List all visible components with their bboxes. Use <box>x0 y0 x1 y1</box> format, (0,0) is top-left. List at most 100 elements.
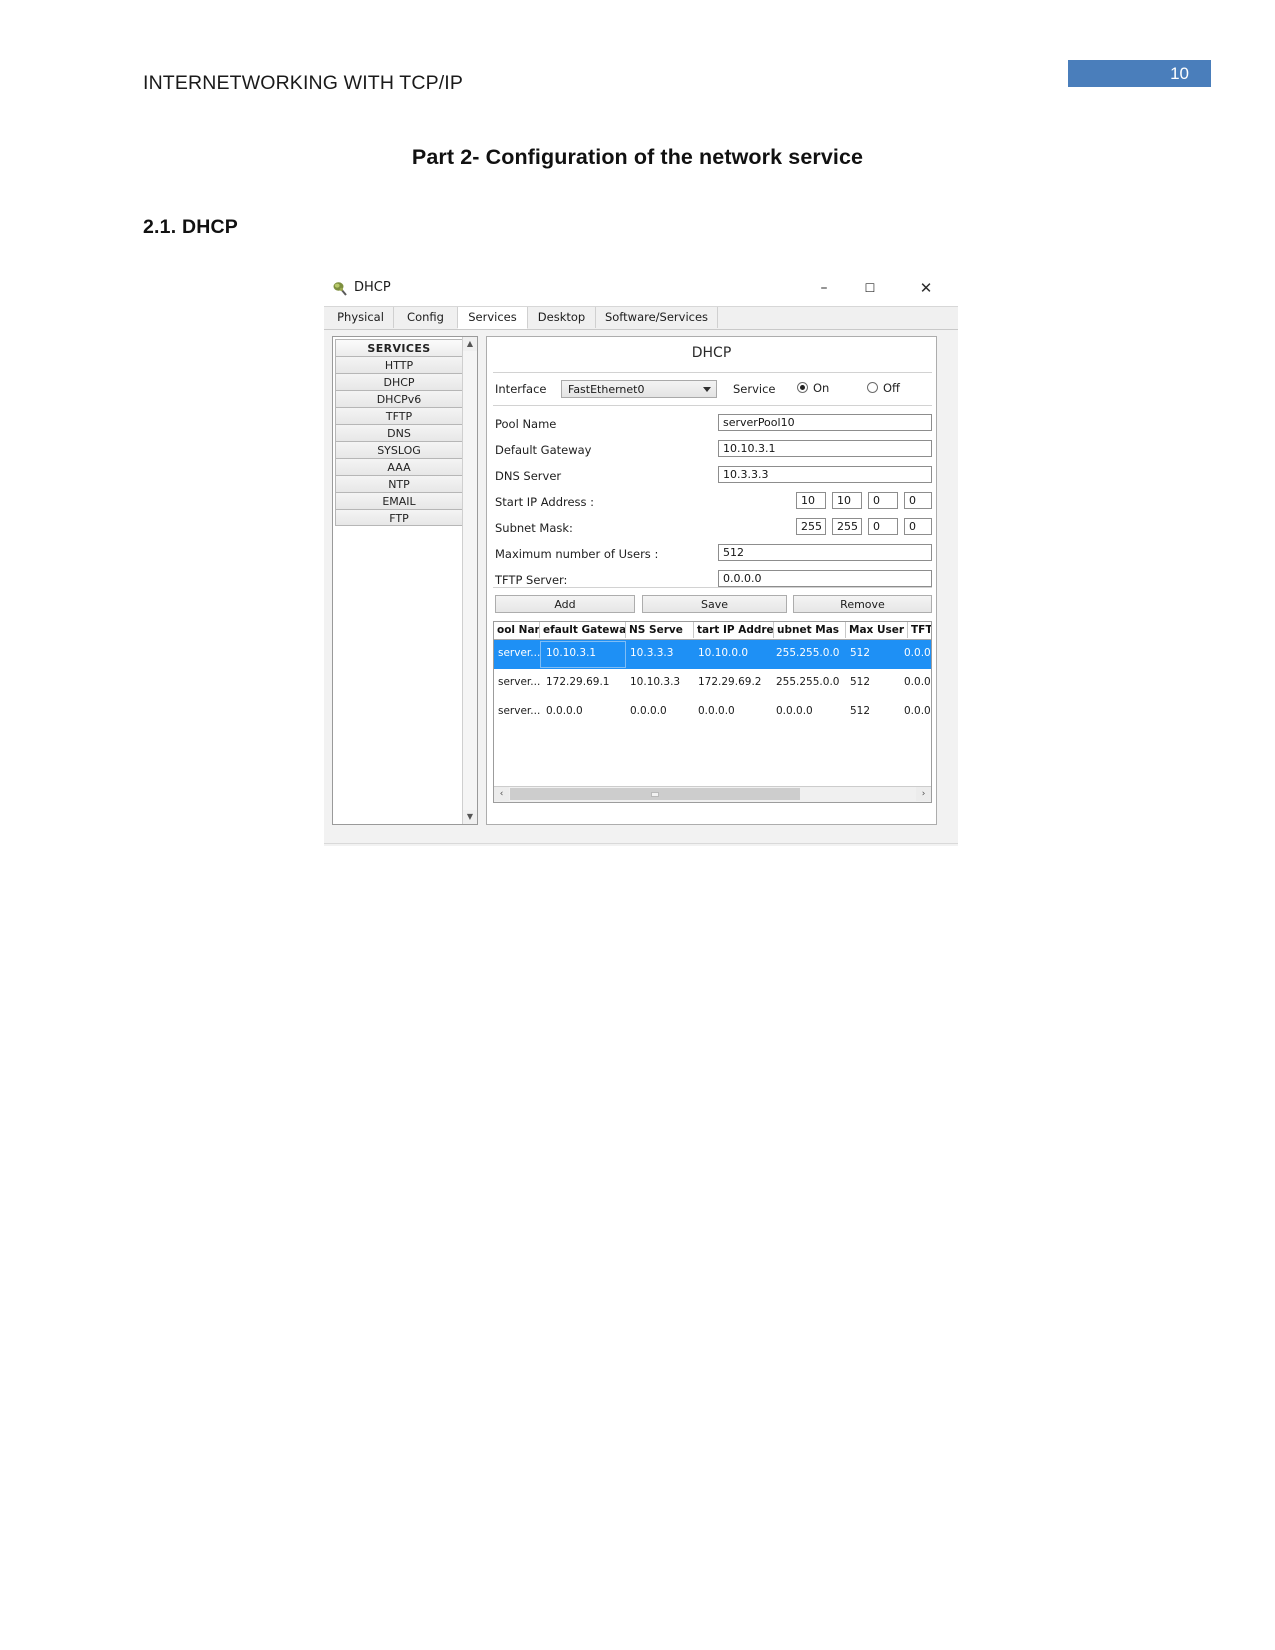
cell-dns-server: 10.3.3.3 <box>630 647 674 659</box>
radio-on-icon <box>797 382 808 393</box>
document-page: INTERNETWORKING WITH TCP/IP 10 Part 2- C… <box>0 0 1275 1650</box>
table-header-default-gateway[interactable]: efault Gatewa <box>540 622 626 638</box>
remove-button[interactable]: Remove <box>793 595 932 613</box>
divider-top <box>493 372 932 373</box>
device-icon <box>332 281 348 297</box>
divider-above-buttons <box>493 587 932 588</box>
cell-max-users: 512 <box>850 647 871 659</box>
dns-server-input[interactable]: 10.3.3.3 <box>718 466 932 483</box>
scrollbar-thumb[interactable] <box>510 788 800 800</box>
table-horizontal-scrollbar[interactable]: ‹ › <box>494 786 931 802</box>
sidebar-item-ntp[interactable]: NTP <box>335 475 463 492</box>
radio-off-icon <box>867 382 878 393</box>
table-row[interactable]: server... 10.10.3.1 10.3.3.3 10.10.0.0 2… <box>494 640 931 669</box>
minimize-button[interactable]: – <box>802 272 846 304</box>
sidebar-item-dns[interactable]: DNS <box>335 424 463 441</box>
tabstrip: Physical Config Services Desktop Softwar… <box>324 306 958 330</box>
table-header-max-users[interactable]: Max User <box>846 622 908 638</box>
subnet-mask-octet-4[interactable]: 0 <box>904 518 932 535</box>
subnet-mask-octet-1[interactable]: 255 <box>796 518 826 535</box>
tab-config[interactable]: Config <box>394 307 458 328</box>
cell-max-users: 512 <box>850 705 871 717</box>
service-label: Service <box>733 382 776 396</box>
save-button[interactable]: Save <box>642 595 787 613</box>
tftp-server-input[interactable]: 0.0.0.0 <box>718 570 932 587</box>
page-title: Part 2- Configuration of the network ser… <box>411 145 864 169</box>
scroll-down-icon[interactable]: ▼ <box>463 810 477 824</box>
scrollbar-thumb-grip <box>651 792 659 797</box>
max-users-input[interactable]: 512 <box>718 544 932 561</box>
start-ip-octet-2[interactable]: 10 <box>832 492 862 509</box>
add-button[interactable]: Add <box>495 595 635 613</box>
dns-server-label: DNS Server <box>495 469 562 483</box>
dhcp-window: DHCP – ☐ ✕ Physical Config Services Desk… <box>324 272 958 846</box>
max-users-label: Maximum number of Users : <box>495 547 659 561</box>
tftp-server-label: TFTP Server: <box>495 573 568 587</box>
default-gateway-label: Default Gateway <box>495 443 592 457</box>
cell-start-ip: 0.0.0.0 <box>698 705 735 717</box>
window-body: SERVICES HTTP DHCP DHCPv6 TFTP DNS SYSLO… <box>324 330 958 846</box>
cell-dns-server: 10.10.3.3 <box>630 676 681 688</box>
scroll-up-icon[interactable]: ▲ <box>463 337 477 351</box>
section-heading: 2.1. DHCP <box>143 216 238 238</box>
cell-default-gateway: 172.29.69.1 <box>546 676 610 688</box>
chevron-down-icon <box>703 387 711 392</box>
services-list: SERVICES HTTP DHCP DHCPv6 TFTP DNS SYSLO… <box>335 339 463 526</box>
tab-desktop[interactable]: Desktop <box>528 307 596 328</box>
cell-default-gateway: 10.10.3.1 <box>546 647 597 659</box>
cell-default-gateway: 0.0.0.0 <box>546 705 583 717</box>
subnet-mask-octet-2[interactable]: 255 <box>832 518 862 535</box>
table-header-row: ool Nam efault Gatewa NS Serve tart IP A… <box>494 622 931 640</box>
subnet-mask-label: Subnet Mask: <box>495 521 573 535</box>
cell-max-users: 512 <box>850 676 871 688</box>
start-ip-label: Start IP Address : <box>495 495 595 509</box>
cell-subnet-mask: 255.255.0.0 <box>776 676 840 688</box>
cell-pool-name: server... <box>498 647 541 659</box>
dhcp-panel-title: DHCP <box>691 345 732 361</box>
table-header-pool-name[interactable]: ool Nam <box>494 622 540 638</box>
sidebar-item-syslog[interactable]: SYSLOG <box>335 441 463 458</box>
table-header-tftp[interactable]: TFTP <box>908 622 931 638</box>
start-ip-octet-3[interactable]: 0 <box>868 492 898 509</box>
interface-select[interactable]: FastEthernet0 <box>561 380 717 398</box>
page-number-badge: 10 <box>1068 60 1211 87</box>
default-gateway-input[interactable]: 10.10.3.1 <box>718 440 932 457</box>
sidebar-item-dhcp[interactable]: DHCP <box>335 373 463 390</box>
sidebar-item-tftp[interactable]: TFTP <box>335 407 463 424</box>
scroll-left-icon[interactable]: ‹ <box>494 787 509 801</box>
maximize-button[interactable]: ☐ <box>848 272 892 304</box>
subnet-mask-octet-3[interactable]: 0 <box>868 518 898 535</box>
divider-under-interface <box>493 405 932 406</box>
pool-name-label: Pool Name <box>495 417 557 431</box>
sidebar-item-ftp[interactable]: FTP <box>335 509 463 526</box>
sidebar-item-aaa[interactable]: AAA <box>335 458 463 475</box>
start-ip-octet-4[interactable]: 0 <box>904 492 932 509</box>
sidebar-item-http[interactable]: HTTP <box>335 356 463 373</box>
cell-pool-name: server... <box>498 676 541 688</box>
document-header: INTERNETWORKING WITH TCP/IP 10 <box>0 60 1275 106</box>
pool-name-input[interactable]: serverPool10 <box>718 414 932 431</box>
sidebar-scrollbar[interactable]: ▲ ▼ <box>462 337 477 824</box>
table-header-dns-server[interactable]: NS Serve <box>626 622 694 638</box>
tab-physical[interactable]: Physical <box>328 307 394 328</box>
dhcp-pool-table: ool Nam efault Gatewa NS Serve tart IP A… <box>493 621 932 803</box>
start-ip-octet-1[interactable]: 10 <box>796 492 826 509</box>
cell-subnet-mask: 255.255.0.0 <box>776 647 840 659</box>
cell-start-ip: 10.10.0.0 <box>698 647 749 659</box>
window-titlebar: DHCP – ☐ ✕ <box>324 272 958 306</box>
tab-software-services[interactable]: Software/Services <box>596 307 718 328</box>
close-button[interactable]: ✕ <box>904 272 948 304</box>
table-row[interactable]: server... 172.29.69.1 10.10.3.3 172.29.6… <box>494 669 931 698</box>
sidebar-item-email[interactable]: EMAIL <box>335 492 463 509</box>
table-header-subnet-mask[interactable]: ubnet Mas <box>774 622 846 638</box>
sidebar-item-dhcpv6[interactable]: DHCPv6 <box>335 390 463 407</box>
dhcp-config-panel: DHCP Interface FastEthernet0 Service On … <box>486 336 937 825</box>
cell-tftp: 0.0.0.0 <box>904 705 931 717</box>
table-row[interactable]: server... 0.0.0.0 0.0.0.0 0.0.0.0 0.0.0.… <box>494 698 931 727</box>
page-number: 10 <box>1170 64 1189 83</box>
table-header-start-ip[interactable]: tart IP Addre <box>694 622 774 638</box>
tab-services[interactable]: Services <box>458 307 528 329</box>
cell-tftp: 0.0.0.0 <box>904 676 931 688</box>
document-header-title: INTERNETWORKING WITH TCP/IP <box>143 72 464 94</box>
scroll-right-icon[interactable]: › <box>916 787 931 801</box>
